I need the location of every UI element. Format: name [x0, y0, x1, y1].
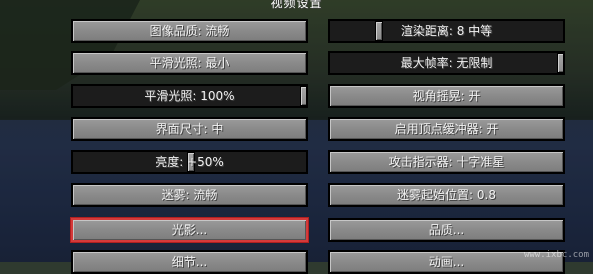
slider-knob[interactable] — [375, 21, 383, 41]
gui-scale-button[interactable]: 界面尺寸: 中 — [71, 117, 308, 141]
brightness-slider[interactable]: 亮度: +50% — [71, 150, 308, 174]
slider-label: 平滑光照: 100% — [144, 89, 235, 103]
slider-label: 最大帧率: 无限制 — [400, 56, 493, 70]
fog-start-button[interactable]: 迷雾起始位置: 0.8 — [328, 183, 565, 207]
use-vbo-button[interactable]: 启用顶点缓冲器: 开 — [328, 117, 565, 141]
render-distance-slider[interactable]: 渲染距离: 8 中等 — [328, 19, 565, 43]
fog-button[interactable]: 迷雾: 流畅 — [71, 183, 308, 207]
slider-knob[interactable] — [300, 86, 306, 106]
view-bobbing-button[interactable]: 视角摇晃: 开 — [328, 84, 565, 108]
graphics-button[interactable]: 图像品质: 流畅 — [71, 19, 308, 43]
screen-title: 视频设置 — [270, 0, 323, 10]
attack-indicator-button[interactable]: 攻击指示器: 十字准星 — [328, 150, 565, 174]
watermark: www.ixbc.com — [523, 250, 589, 260]
quality-button[interactable]: 品质... — [328, 218, 565, 242]
smooth-lighting-level-slider[interactable]: 平滑光照: 100% — [71, 84, 308, 108]
slider-knob[interactable] — [557, 53, 563, 73]
shaders-button[interactable]: 光影... — [71, 218, 308, 242]
smooth-lighting-button[interactable]: 平滑光照: 最小 — [71, 51, 308, 75]
details-button[interactable]: 细节... — [71, 250, 308, 274]
max-framerate-slider[interactable]: 最大帧率: 无限制 — [328, 51, 565, 75]
slider-label: 亮度: +50% — [155, 155, 224, 169]
slider-label: 渲染距离: 8 中等 — [400, 24, 493, 38]
